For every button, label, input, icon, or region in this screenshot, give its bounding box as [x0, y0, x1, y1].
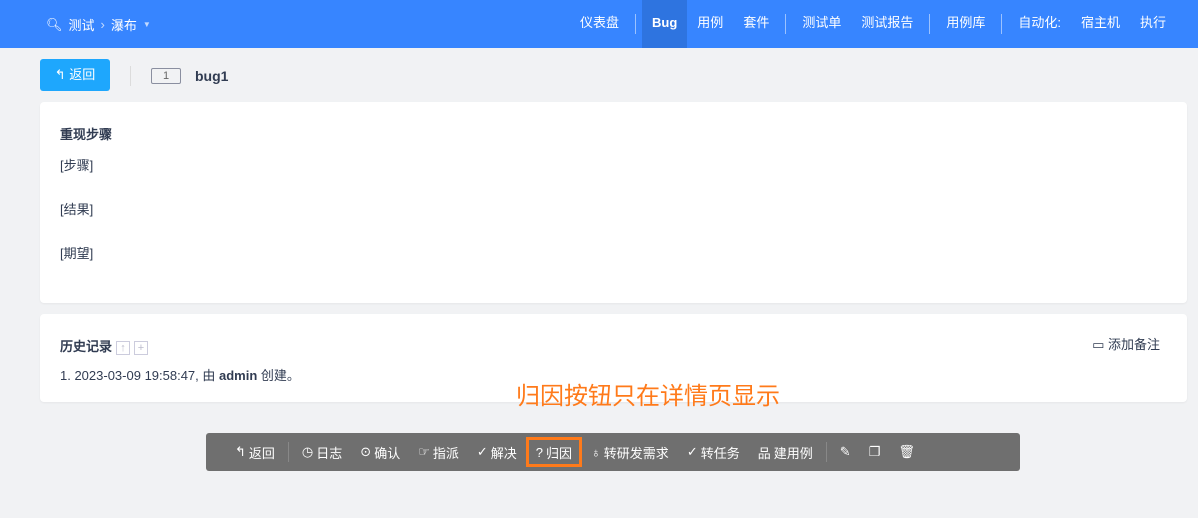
- nav-case[interactable]: 用例: [687, 0, 733, 48]
- edit-icon: ✎: [839, 444, 851, 459]
- expand-icon[interactable]: +: [134, 340, 149, 355]
- back-icon: ↰: [235, 444, 246, 459]
- log-button[interactable]: ◷ 日志: [293, 437, 351, 467]
- question-icon: ?: [535, 444, 544, 460]
- chevron-right-icon: ›: [100, 17, 105, 32]
- check-icon: ✓: [686, 444, 698, 459]
- nav-testtask[interactable]: 测试单: [792, 0, 851, 48]
- edit-button[interactable]: ✎: [831, 437, 860, 467]
- bug-id-badge: 1: [151, 68, 181, 84]
- history-heading: 历史记录: [60, 339, 113, 354]
- clock-icon: ◷: [301, 444, 314, 459]
- label: 返回: [248, 445, 275, 461]
- expect-line: [期望]: [60, 246, 94, 261]
- breadcrumb: 🔍︎ 测试 › 瀑布 ▼: [46, 15, 151, 34]
- entry-text: 1. 2023-03-09 19:58:47, 由: [60, 368, 220, 383]
- to-story-button[interactable]: ♁ 转研发需求: [582, 437, 678, 467]
- nav-caselib[interactable]: 用例库: [936, 0, 995, 48]
- entry-suffix: 创建。: [257, 368, 300, 383]
- add-note-label: 添加备注: [1107, 337, 1160, 352]
- action-bar: ↰ 返回 ◷ 日志 ⊙ 确认 ☞ 指派 ✓ 解决 ? 归因 ♁ 转研发需求 ✓ 转任务 品建用例…: [206, 433, 1020, 471]
- nav-host[interactable]: 宿主机: [1071, 0, 1130, 48]
- entry-user: admin: [219, 368, 258, 383]
- resolve-button[interactable]: ✓ 解决: [468, 437, 526, 467]
- crumb-product[interactable]: 测试: [69, 15, 95, 34]
- confirm-button[interactable]: ⊙ 确认: [351, 437, 409, 467]
- nav-exec[interactable]: 执行: [1130, 0, 1176, 48]
- nav-dashboard[interactable]: 仪表盘: [570, 0, 629, 48]
- nav-report[interactable]: 测试报告: [851, 0, 923, 48]
- caret-down-icon[interactable]: ▼: [143, 20, 151, 29]
- top-navbar: 🔍︎ 测试 › 瀑布 ▼ 仪表盘 Bug 用例 套件 测试单 测试报告 用例库 …: [0, 0, 1198, 48]
- back-button[interactable]: ↰ 返回: [40, 59, 110, 91]
- nav-automation: 自动化:: [1018, 15, 1061, 30]
- steps-line: [步骤]: [60, 158, 94, 173]
- action-back-button[interactable]: ↰ 返回: [226, 437, 284, 467]
- to-task-button[interactable]: ✓ 转任务: [678, 437, 749, 467]
- result-line: [结果]: [60, 202, 94, 217]
- label: 日志: [316, 445, 343, 461]
- crumb-project[interactable]: 瀑布: [111, 15, 137, 34]
- label: 建用例: [773, 445, 813, 461]
- nav-suite[interactable]: 套件: [733, 0, 779, 48]
- label: 转研发需求: [603, 445, 669, 461]
- add-note-button[interactable]: ▭ 添加备注: [1092, 334, 1160, 353]
- steps-card: 重现步骤 [步骤] [结果] [期望]: [40, 102, 1187, 303]
- back-icon: ↰: [54, 67, 66, 82]
- delete-button[interactable]: 🗑︎: [889, 437, 924, 467]
- create-case-button[interactable]: 品建用例: [749, 437, 822, 467]
- label: 指派: [432, 445, 459, 461]
- sort-up-icon[interactable]: ↑: [116, 340, 131, 355]
- trash-icon: 🗑︎: [898, 444, 915, 459]
- copy-icon: ❐: [868, 444, 881, 459]
- hand-icon: ☞: [418, 444, 430, 459]
- history-entry: 1. 2023-03-09 19:58:47, 由 admin 创建。: [60, 365, 300, 384]
- back-label: 返回: [69, 67, 96, 82]
- annotation-text: 归因按钮只在详情页显示: [516, 383, 780, 410]
- divider: [130, 66, 131, 86]
- steps-heading: 重现步骤: [60, 127, 113, 142]
- label: 归因: [546, 445, 573, 461]
- copy-button[interactable]: ❐: [860, 437, 890, 467]
- comment-icon: ▭: [1092, 337, 1105, 352]
- nav-bug[interactable]: Bug: [642, 0, 688, 48]
- label: 解决: [490, 445, 517, 461]
- label: 确认: [374, 445, 401, 461]
- lightbulb-icon: ♁: [591, 444, 601, 460]
- main-nav: 仪表盘 Bug 用例 套件 测试单 测试报告 用例库 自动化: 宿主机 执行: [570, 0, 1176, 48]
- assign-button[interactable]: ☞ 指派: [409, 437, 468, 467]
- attribute-button[interactable]: ? 归因: [525, 437, 583, 467]
- search-icon[interactable]: 🔍︎: [46, 17, 63, 33]
- bug-title: bug1: [195, 68, 229, 84]
- ok-icon: ⊙: [360, 444, 372, 459]
- sitemap-icon: 品: [757, 445, 771, 461]
- check-circle-icon: ✓: [476, 444, 488, 459]
- label: 转任务: [700, 445, 740, 461]
